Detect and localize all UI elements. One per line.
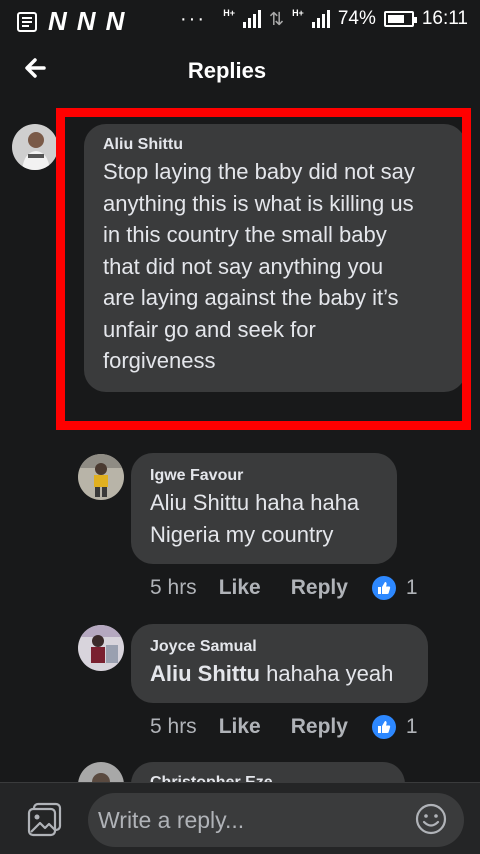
comment-text: Aliu Shittu hahaha yeah <box>150 658 408 690</box>
reply-bubble[interactable]: Joyce Samual Aliu Shittu hahaha yeah <box>131 624 428 703</box>
comment-text-line: anything this is what is killing us <box>103 190 414 216</box>
signal-icon <box>242 10 261 28</box>
avatar[interactable] <box>12 124 58 170</box>
notification-icons: N N N <box>16 6 124 37</box>
data-transfer-icon: ⇅ <box>268 8 285 29</box>
document-icon <box>17 11 37 32</box>
reply-bubble[interactable]: Igwe Favour Aliu Shittu haha haha Nigeri… <box>131 453 397 564</box>
comment-text: Stop laying the baby did not say anythin… <box>103 156 448 377</box>
comment-text: Aliu Shittu haha haha Nigeria my country <box>150 487 377 550</box>
comment-author[interactable]: Joyce Samual <box>150 638 408 656</box>
page-title: Replies <box>187 58 267 83</box>
like-button[interactable]: Like <box>219 715 261 739</box>
n-notification-icon: N <box>105 6 125 36</box>
reply-composer <box>0 782 480 854</box>
comment-text-line: unfair go and seek for <box>103 316 316 342</box>
battery-icon <box>383 11 417 27</box>
comment-author[interactable]: Aliu Shittu <box>103 136 448 154</box>
comment-text-line: Stop laying the baby did not say <box>103 159 415 184</box>
comment-text-line: Aliu Shittu haha haha <box>150 490 360 515</box>
status-bar: N N N ··· H+ ⇅ H+ 74% 16:11 <box>0 0 480 38</box>
comment-timestamp: 5 hrs <box>150 576 197 599</box>
reply-button[interactable]: Reply <box>291 576 348 600</box>
comment-author[interactable]: Igwe Favour <box>150 467 377 485</box>
comment-text-line: Nigeria my country <box>150 521 334 547</box>
network-type-label: H+ <box>223 8 235 18</box>
clock: 16:11 <box>421 8 468 29</box>
reply-input[interactable] <box>88 793 464 847</box>
profile-photo <box>12 124 58 170</box>
comment-text-rest: hahaha yeah <box>259 661 394 686</box>
n-notification-icon: N <box>76 6 96 36</box>
app-header: Replies <box>0 40 480 100</box>
emoji-icon[interactable] <box>414 802 448 836</box>
comment-timestamp: 5 hrs <box>150 715 197 738</box>
profile-photo <box>78 454 124 500</box>
reply-button[interactable]: Reply <box>291 715 348 739</box>
like-button[interactable]: Like <box>219 576 261 600</box>
reaction-count: 1 <box>405 576 418 599</box>
like-reaction-icon[interactable] <box>371 576 396 600</box>
like-reaction-icon[interactable] <box>371 715 396 739</box>
comment-bubble[interactable]: Aliu Shittu Stop laying the baby did not… <box>84 124 466 392</box>
signal-icon <box>311 10 330 28</box>
mention-link[interactable]: Aliu Shittu <box>150 661 260 686</box>
battery-percent: 74% <box>337 8 376 29</box>
more-notifications-icon: ··· <box>180 8 206 30</box>
reply-actions: 5 hrs Like Reply 1 <box>150 715 418 739</box>
comment-text-line: in this country the small baby <box>103 222 387 247</box>
reaction-count: 1 <box>405 715 418 738</box>
profile-photo <box>78 625 124 671</box>
comment-text-line: are laying against the baby it’s <box>103 285 399 310</box>
reply-actions: 5 hrs Like Reply 1 <box>150 576 418 600</box>
n-notification-icon: N <box>48 6 67 36</box>
comment-text-line: forgiveness <box>103 348 216 373</box>
avatar[interactable] <box>78 625 124 671</box>
network-type-label: H+ <box>292 8 304 18</box>
comment-text-line: that did not say anything you <box>103 253 384 279</box>
photo-icon[interactable] <box>26 801 64 839</box>
avatar[interactable] <box>78 454 124 500</box>
